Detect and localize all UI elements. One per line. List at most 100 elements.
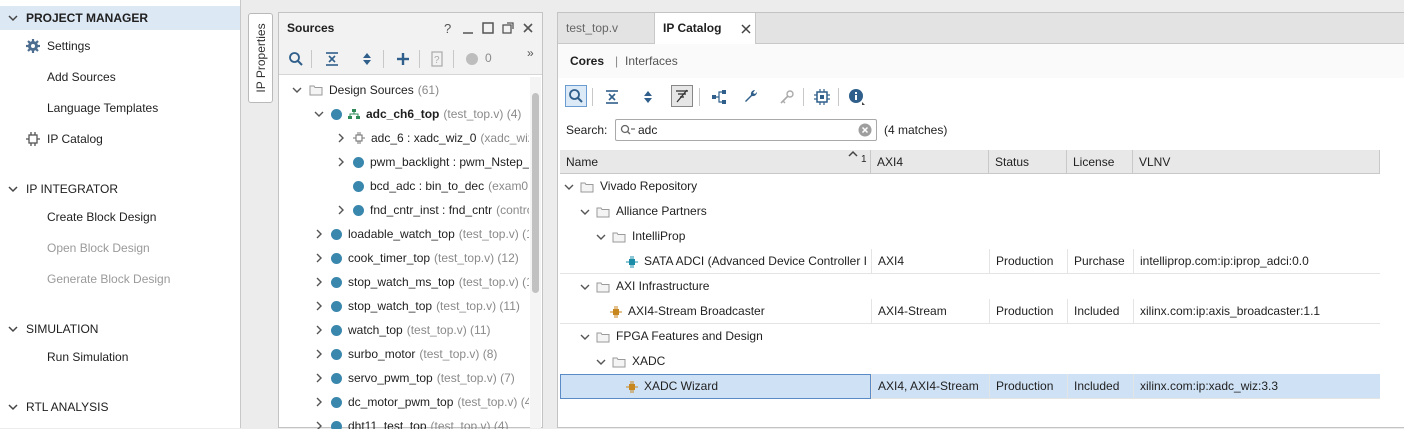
column-header-status[interactable]: Status [989,150,1067,174]
chevron-down-icon[interactable] [291,84,303,96]
tree-row[interactable]: Design Sources(61) [291,78,439,102]
add-icon[interactable] [392,48,414,70]
clear-search-icon[interactable] [858,123,872,137]
close-icon[interactable] [741,24,751,34]
section-simulation[interactable]: SIMULATION [0,317,240,341]
tree-row[interactable]: servo_pwm_top(test_top.v) (7) [313,366,515,390]
nav-create-block-design[interactable]: Create Block Design [47,207,156,227]
chevron-right-icon[interactable] [335,132,347,144]
tree-row[interactable]: cook_timer_top(test_top.v) (12) [313,246,519,270]
tree-row[interactable]: pwm_backlight : pwm_Nstep_ [335,150,529,174]
nav-settings[interactable]: Settings [47,36,90,56]
tree-row[interactable]: stop_watch_ms_top(test_top.v) (1 [313,270,529,294]
chevron-down-icon[interactable] [0,13,26,23]
help-icon[interactable]: ? [441,21,455,35]
column-header-name[interactable]: Name 1 [560,150,871,174]
tree-row[interactable]: dc_motor_pwm_top(test_top.v) (4 [313,390,529,414]
chevron-down-icon[interactable] [596,357,608,367]
chevron-right-icon[interactable] [313,276,325,288]
catalog-toolbar [558,81,1404,113]
table-row[interactable]: XADC [560,349,1380,374]
subtab-cores[interactable]: Cores [570,54,604,68]
hierarchy-icon[interactable] [708,86,730,108]
nav-add-sources[interactable]: Add Sources [47,67,116,87]
column-header-vlnv[interactable]: VLNV [1133,150,1380,174]
chevron-down-icon[interactable] [313,108,325,120]
tree-row[interactable]: dht11_test_top(test_top.v) (4) [313,414,509,429]
chevron-down-icon[interactable] [596,232,608,242]
table-row[interactable]: Alliance Partners [560,199,1380,224]
scrollbar-thumb[interactable] [532,93,539,293]
chevron-down-icon[interactable] [0,402,26,412]
table-row[interactable]: SATA ADCI (Advanced Device Controller IA… [560,249,1380,274]
chevron-right-icon[interactable] [313,324,325,336]
chevron-right-icon[interactable] [313,372,325,384]
expand-all-icon[interactable] [637,86,659,108]
collapse-all-icon[interactable] [321,48,343,70]
nav-language-templates[interactable]: Language Templates [47,98,158,118]
chevron-right-icon[interactable] [313,348,325,360]
chevron-down-icon[interactable] [580,207,592,217]
section-project-manager[interactable]: PROJECT MANAGER [0,6,240,30]
table-row[interactable]: XADC WizardAXI4, AXI4-StreamProductionIn… [560,374,1380,399]
vertical-scrollbar[interactable] [530,77,541,428]
chevron-right-icon[interactable] [313,300,325,312]
column-header-axi4[interactable]: AXI4 [871,150,989,174]
section-ip-integrator[interactable]: IP INTEGRATOR [0,177,240,201]
chevron-right-icon[interactable] [313,396,325,408]
chevron-right-icon[interactable] [335,204,347,216]
nav-generate-block-design[interactable]: Generate Block Design [47,269,170,289]
search-icon[interactable] [565,85,587,107]
nav-open-block-design[interactable]: Open Block Design [47,238,150,258]
tree-row[interactable]: surbo_motor(test_top.v) (8) [313,342,497,366]
properties-icon[interactable]: ? [426,48,448,70]
collapse-all-icon[interactable] [601,86,623,108]
tree-item-detail: (exam0 [488,174,528,198]
expand-all-icon[interactable] [356,48,378,70]
sort-ascending-icon[interactable] [848,149,858,159]
tree-row[interactable]: adc_6 : xadc_wiz_0(xadc_wiz [335,126,529,150]
cell-axi4 [871,324,989,349]
tree-row[interactable]: adc_ch6_top(test_top.v) (4) [313,102,521,126]
tree-row[interactable]: fnd_cntr_inst : fnd_cntr(contro [335,198,529,222]
chevron-down-icon[interactable] [580,332,592,342]
subtab-interfaces[interactable]: Interfaces [625,54,678,68]
chevron-down-icon[interactable] [0,184,26,194]
tree-row[interactable]: stop_watch_top(test_top.v) (11) [313,294,520,318]
minimize-icon[interactable] [461,21,475,35]
tab-ip-catalog[interactable]: IP Catalog [654,13,756,45]
chevron-down-icon[interactable] [580,282,592,292]
chevron-right-icon[interactable] [313,228,325,240]
close-icon[interactable] [521,21,535,35]
search-input[interactable] [638,122,848,138]
overflow-icon[interactable]: » [527,46,534,60]
table-row[interactable]: AXI Infrastructure [560,274,1380,299]
search-icon[interactable] [285,48,307,70]
chip-icon[interactable] [811,86,833,108]
nav-run-simulation[interactable]: Run Simulation [47,347,128,367]
nav-ip-catalog[interactable]: IP Catalog [47,129,103,149]
table-row[interactable]: Vivado Repository [560,174,1380,199]
filter-toggle-icon[interactable] [671,85,693,107]
table-row[interactable]: FPGA Features and Design [560,324,1380,349]
chevron-right-icon[interactable] [313,252,325,264]
key-icon[interactable] [776,86,798,108]
section-rtl-analysis[interactable]: RTL ANALYSIS [0,395,240,419]
chevron-right-icon[interactable] [335,156,347,168]
ip-properties-tab[interactable]: IP Properties [248,13,273,103]
tab-test-top[interactable]: test_top.v [558,13,654,44]
maximize-icon[interactable] [481,21,495,35]
wrench-icon[interactable] [740,86,762,108]
chevron-down-icon[interactable] [564,182,576,192]
table-row[interactable]: IntelliProp [560,224,1380,249]
table-row[interactable]: AXI4-Stream BroadcasterAXI4-StreamProduc… [560,299,1380,324]
tree-row[interactable]: loadable_watch_top(test_top.v) (1 [313,222,529,246]
chevron-down-icon[interactable] [0,324,26,334]
tree-item-detail: (61) [418,78,439,102]
tree-row[interactable]: watch_top(test_top.v) (11) [313,318,491,342]
tree-row[interactable]: bcd_adc : bin_to_dec(exam0 [335,174,528,198]
float-icon[interactable] [501,21,515,35]
info-icon[interactable] [846,86,868,108]
search-field[interactable] [615,119,877,141]
column-header-license[interactable]: License [1067,150,1133,174]
